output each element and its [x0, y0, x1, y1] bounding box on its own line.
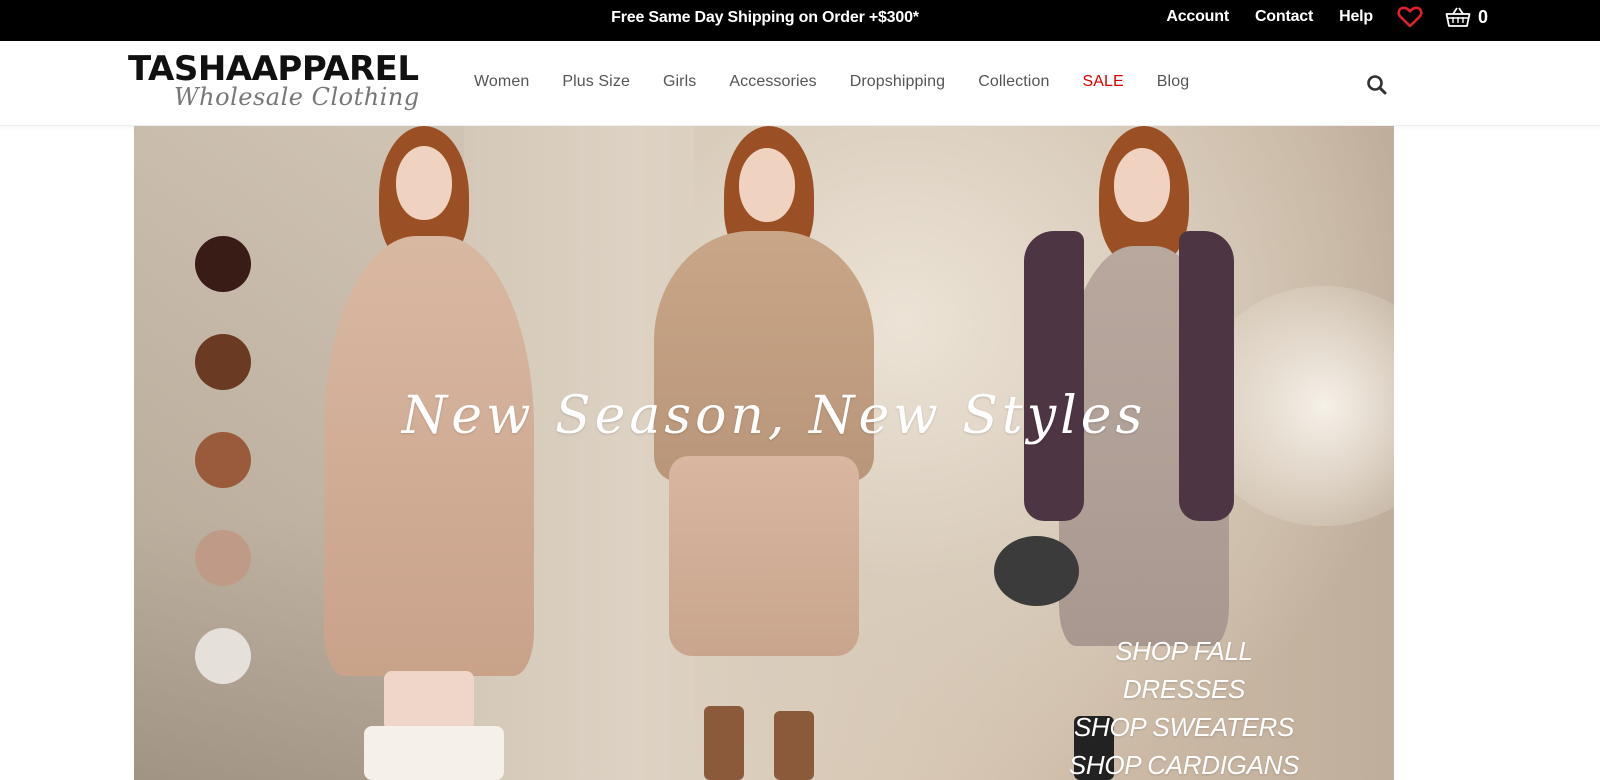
swatch-chocolate[interactable]: [195, 334, 251, 390]
swatch-cream[interactable]: [195, 628, 251, 684]
nav-blog[interactable]: Blog: [1157, 73, 1189, 91]
swatch-caramel[interactable]: [195, 432, 251, 488]
swatch-taupe[interactable]: [195, 530, 251, 586]
color-swatches: [195, 236, 251, 726]
heart-icon[interactable]: [1397, 6, 1423, 28]
swatch-espresso[interactable]: [195, 236, 251, 292]
cart-button[interactable]: 0: [1445, 6, 1488, 28]
shop-sweaters-link[interactable]: SHOP SWEATERS: [1054, 708, 1314, 746]
shop-links: SHOP FALL DRESSES SHOP SWEATERS SHOP CAR…: [1054, 632, 1314, 780]
nav-accessories[interactable]: Accessories: [729, 73, 816, 91]
cart-count: 0: [1477, 6, 1488, 27]
search-icon[interactable]: [1366, 74, 1388, 96]
contact-link[interactable]: Contact: [1255, 8, 1313, 26]
help-link[interactable]: Help: [1339, 8, 1373, 26]
top-bar: Free Same Day Shipping on Order +$300* A…: [0, 0, 1600, 41]
top-links: Account Contact Help 0: [1166, 0, 1488, 34]
site-logo[interactable]: TASHAAPPAREL Wholesale Clothing: [128, 49, 428, 119]
main-nav: Women Plus Size Girls Accessories Dropsh…: [474, 41, 1222, 123]
shop-fall-dresses-link[interactable]: SHOP FALL DRESSES: [1054, 632, 1314, 708]
hero-banner[interactable]: New Season, New Styles SHOP FALL DRESSES…: [134, 126, 1394, 780]
account-link[interactable]: Account: [1166, 8, 1229, 26]
model-figure-1: [304, 126, 564, 780]
hero-title: New Season, New Styles: [401, 386, 1147, 446]
nav-women[interactable]: Women: [474, 73, 529, 91]
logo-tagline: Wholesale Clothing: [174, 83, 420, 111]
main-header: TASHAAPPAREL Wholesale Clothing Women Pl…: [0, 41, 1600, 126]
shop-cardigans-link[interactable]: SHOP CARDIGANS: [1054, 746, 1314, 780]
nav-sale[interactable]: SALE: [1082, 73, 1123, 91]
nav-collection[interactable]: Collection: [978, 73, 1049, 91]
nav-plus-size[interactable]: Plus Size: [562, 73, 630, 91]
model-figure-2: [634, 126, 894, 780]
nav-dropshipping[interactable]: Dropshipping: [850, 73, 945, 91]
basket-icon: [1445, 6, 1471, 28]
nav-girls[interactable]: Girls: [663, 73, 696, 91]
